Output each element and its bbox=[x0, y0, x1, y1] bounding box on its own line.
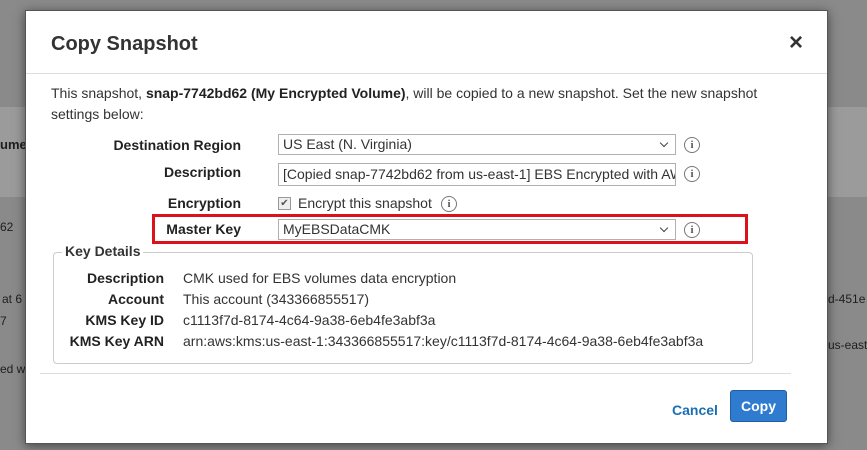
snapshot-name: snap-7742bd62 (My Encrypted Volume) bbox=[145, 85, 406, 101]
divider bbox=[26, 73, 827, 74]
destination-region-label: Destination Region bbox=[113, 137, 241, 153]
key-detail-label: Account bbox=[108, 291, 164, 307]
key-detail-label: Description bbox=[86, 270, 164, 286]
cancel-button[interactable]: Cancel bbox=[672, 402, 718, 418]
background-text: 7 bbox=[0, 314, 7, 328]
description-label: Description bbox=[163, 164, 241, 180]
copy-snapshot-dialog: Copy Snapshot × This snapshot, snap-7742… bbox=[25, 10, 828, 444]
background-text: ed w bbox=[0, 362, 26, 376]
key-detail-value: arn:aws:kms:us-east-1:343366855517:key/c… bbox=[183, 333, 704, 349]
info-icon[interactable]: i bbox=[441, 196, 457, 212]
highlight-box bbox=[152, 214, 748, 244]
copy-button[interactable]: Copy bbox=[730, 390, 787, 422]
encryption-label: Encryption bbox=[167, 195, 241, 211]
close-icon[interactable]: × bbox=[789, 31, 803, 55]
destination-region-select[interactable]: US East (N. Virginia) bbox=[278, 134, 676, 155]
divider bbox=[40, 373, 791, 374]
intro-text: This snapshot, snap-7742bd62 (My Encrypt… bbox=[51, 85, 758, 122]
key-detail-value: CMK used for EBS volumes data encryption bbox=[183, 270, 457, 286]
info-icon[interactable]: i bbox=[684, 166, 700, 182]
encrypt-checkbox-label: Encrypt this snapshot bbox=[298, 195, 432, 211]
background-text: us-east bbox=[828, 338, 867, 352]
encrypt-checkbox[interactable]: ✔ bbox=[278, 197, 291, 210]
key-detail-value: This account (343366855517) bbox=[183, 291, 370, 307]
background-text: ume bbox=[0, 137, 27, 152]
background-text: 62 bbox=[0, 220, 14, 234]
background-text: at 6 bbox=[2, 292, 23, 306]
description-input[interactable]: [Copied snap-7742bd62 from us-east-1] EB… bbox=[278, 163, 676, 186]
background-text: d-451e bbox=[828, 292, 866, 306]
key-detail-label: KMS Key ID bbox=[85, 312, 164, 328]
key-detail-label: KMS Key ARN bbox=[69, 333, 164, 349]
key-details-legend: Key Details bbox=[62, 243, 144, 259]
info-icon[interactable]: i bbox=[684, 137, 700, 153]
dialog-title: Copy Snapshot bbox=[51, 33, 198, 55]
key-detail-value: c1113f7d-8174-4c64-9a38-6eb4fe3abf3a bbox=[183, 312, 436, 328]
